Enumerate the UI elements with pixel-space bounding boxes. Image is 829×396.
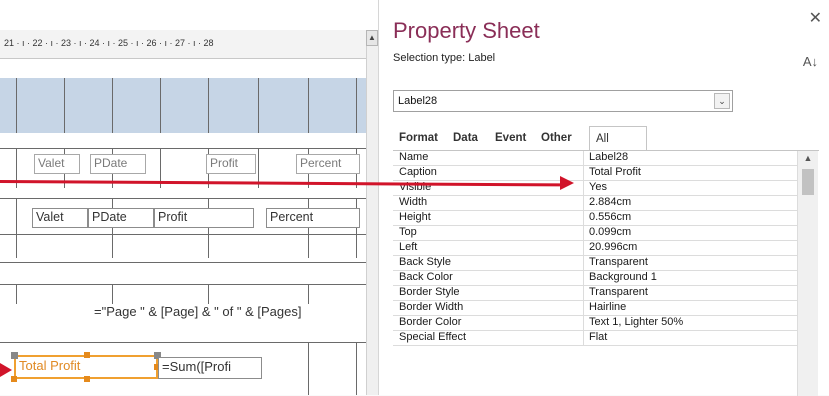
property-name: Back Color (399, 271, 453, 283)
horizontal-ruler: 21 · ı · 22 · ı · 23 · ı · 24 · ı · 25 ·… (0, 30, 366, 59)
property-value[interactable]: Hairline (589, 301, 626, 314)
property-value[interactable]: Background 1 (589, 271, 657, 284)
callout-arrowhead-caption (560, 176, 574, 190)
tab-event[interactable]: Event (489, 126, 532, 150)
property-name: Top (399, 226, 417, 238)
chevron-down-icon[interactable]: ⌄ (714, 93, 730, 109)
valet-field[interactable]: Valet (32, 208, 88, 228)
property-row[interactable]: Border Color Text 1, Lighter 50% (393, 316, 797, 331)
scroll-thumb[interactable] (802, 169, 814, 195)
resize-handle-bottom[interactable] (84, 376, 90, 382)
callout-arrowhead-selected (0, 363, 12, 377)
property-value[interactable]: Flat (589, 331, 607, 344)
tab-all[interactable]: All (589, 126, 647, 151)
tab-data[interactable]: Data (447, 126, 484, 150)
property-value[interactable]: 20.996cm (589, 241, 637, 254)
tab-other[interactable]: Other (535, 126, 578, 150)
property-value[interactable]: 2.884cm (589, 196, 631, 209)
valet-label[interactable]: Valet (34, 154, 80, 174)
sum-profit-field[interactable]: =Sum([Profi (158, 357, 262, 379)
property-value[interactable]: Total Profit (589, 166, 641, 179)
property-value[interactable]: Label28 (589, 151, 628, 164)
property-name: Caption (399, 166, 437, 178)
property-name: Width (399, 196, 428, 208)
property-row[interactable]: Back Style Transparent (393, 256, 797, 271)
property-row[interactable]: Height 0.556cm (393, 211, 797, 226)
property-name: Border Width (399, 301, 464, 313)
property-row[interactable]: Back Color Background 1 (393, 271, 797, 286)
move-handle[interactable] (11, 352, 18, 359)
selection-type-text: Selection type: Label (393, 52, 496, 64)
pdate-label[interactable]: PDate (90, 154, 146, 174)
property-sheet-pane: Property Sheet ✕ Selection type: Label A… (378, 0, 829, 396)
property-name: Name (399, 151, 429, 163)
property-name: Height (399, 211, 431, 223)
page-number-expression[interactable]: ="Page " & [Page] & " of " & [Pages] (94, 304, 362, 324)
property-row[interactable]: Width 2.884cm (393, 196, 797, 211)
property-row[interactable]: Top 0.099cm (393, 226, 797, 241)
property-value[interactable]: Yes (589, 181, 607, 194)
property-row[interactable]: Name Label28 (393, 151, 797, 166)
design-vertical-scrollbar[interactable] (366, 46, 378, 395)
property-value[interactable]: Text 1, Lighter 50% (589, 316, 683, 329)
tab-format[interactable]: Format (393, 126, 444, 150)
report-design-surface[interactable]: 21 · ı · 22 · ı · 23 · ı · 24 · ı · 25 ·… (0, 0, 378, 395)
close-icon[interactable]: ✕ (809, 8, 822, 28)
object-selector-value: Label28 (398, 95, 438, 107)
property-grid: Name Label28 Caption Total Profit Visible Yes… (393, 150, 819, 396)
property-value[interactable]: Transparent (589, 256, 648, 269)
property-value[interactable]: 0.556cm (589, 211, 631, 224)
percent-label[interactable]: Percent (296, 154, 360, 174)
property-name: Special Effect (399, 331, 467, 343)
property-value[interactable]: 0.099cm (589, 226, 631, 239)
property-row[interactable]: Caption Total Profit (393, 166, 797, 181)
property-name: Left (399, 241, 418, 253)
page-header-band[interactable] (0, 78, 366, 133)
property-name: Border Style (399, 286, 460, 298)
property-sheet-title: Property Sheet (393, 18, 540, 43)
property-name: Back Style (399, 256, 451, 268)
pdate-field[interactable]: PDate (88, 208, 154, 228)
property-name: Border Color (399, 316, 462, 328)
property-row[interactable]: Special Effect Flat (393, 331, 797, 346)
property-value[interactable]: Transparent (589, 286, 648, 299)
resize-handle-top[interactable] (84, 352, 90, 358)
scroll-up-icon[interactable]: ▲ (798, 153, 818, 163)
profit-label[interactable]: Profit (206, 154, 256, 174)
ruler-marks: 21 · ı · 22 · ı · 23 · ı · 24 · ı · 25 ·… (4, 38, 214, 48)
property-row[interactable]: Border Style Transparent (393, 286, 797, 301)
property-grid-scrollbar[interactable]: ▲ (797, 151, 818, 396)
object-selector-combo[interactable]: Label28 ⌄ (393, 90, 733, 112)
sort-az-icon[interactable]: A↓ (803, 54, 818, 69)
property-row[interactable]: Left 20.996cm (393, 241, 797, 256)
property-row[interactable]: Border Width Hairline (393, 301, 797, 316)
scroll-up-icon[interactable]: ▲ (366, 30, 378, 46)
profit-field[interactable]: Profit (154, 208, 254, 228)
percent-field[interactable]: Percent (266, 208, 360, 228)
